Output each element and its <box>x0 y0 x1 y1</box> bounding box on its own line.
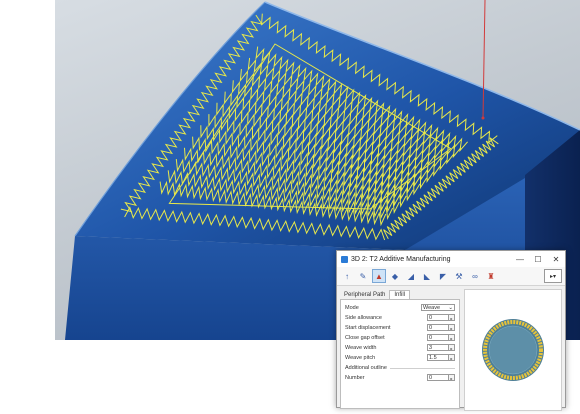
weave-pitch-input[interactable]: 1.5 <box>427 354 449 361</box>
link-tool-icon[interactable]: ∞ <box>468 269 482 283</box>
side-allowance-input[interactable]: 0 <box>427 314 449 321</box>
field-side-allowance: Side allowance 0 ▸ <box>345 313 455 322</box>
parameter-tabs: Peripheral Path Infill <box>340 289 460 299</box>
dialog-toolbar: ↑ ✎ ▲ ◆ ◢ ◣ ◤ ⚒ ∞ ♜ ▸▾ <box>337 267 565 286</box>
field-start-displacement: Start displacement 0 ▸ <box>345 323 455 332</box>
group-title: Additional outline <box>345 365 387 371</box>
field-label: Side allowance <box>345 314 382 321</box>
field-weave-pitch: Weave pitch 1.5 ▸ <box>345 353 455 362</box>
tab-infill[interactable]: Infill <box>389 290 411 299</box>
weave-preview <box>464 289 562 411</box>
machine-tool-icon[interactable]: ♜ <box>484 269 498 283</box>
parameters-panel: Mode Weave ⌄ Side allowance 0 ▸ Start di… <box>340 299 460 409</box>
additive-tool-icon[interactable]: ▲ <box>372 269 386 283</box>
toolbar-options-icon[interactable]: ▸▾ <box>544 269 562 283</box>
spin-arrow-icon[interactable]: ▸ <box>449 324 455 331</box>
field-label: Number <box>345 374 365 381</box>
weave-preview-graphic <box>482 319 544 381</box>
field-close-gap-offset: Close gap offset 0 ▸ <box>345 333 455 342</box>
additive-manufacturing-dialog[interactable]: 3D 2: T2 Additive Manufacturing — ☐ ✕ ↑ … <box>336 250 566 411</box>
minimize-button[interactable]: — <box>511 255 529 264</box>
spin-arrow-icon[interactable]: ▸ <box>449 374 455 381</box>
field-mode: Mode Weave ⌄ <box>345 303 455 312</box>
mode-select[interactable]: Weave ⌄ <box>421 304 455 311</box>
field-label: Mode <box>345 304 359 311</box>
maximize-button[interactable]: ☐ <box>529 255 547 264</box>
dialog-titlebar[interactable]: 3D 2: T2 Additive Manufacturing — ☐ ✕ <box>337 251 565 267</box>
weave-width-input[interactable]: 3 <box>427 344 449 351</box>
number-input[interactable]: 0 <box>427 374 449 381</box>
close-button[interactable]: ✕ <box>547 255 565 264</box>
toolpath4-tool-icon[interactable]: ◤ <box>436 269 450 283</box>
tool-pin-icon[interactable]: ✎ <box>356 269 370 283</box>
toolpath2-tool-icon[interactable]: ◢ <box>404 269 418 283</box>
field-number: Number 0 ▸ <box>345 373 455 382</box>
toolpath3-tool-icon[interactable]: ◣ <box>420 269 434 283</box>
close-gap-offset-input[interactable]: 0 <box>427 334 449 341</box>
mode-value: Weave <box>423 305 441 311</box>
wrench-tool-icon[interactable]: ⚒ <box>452 269 466 283</box>
probe-tip <box>481 116 485 120</box>
start-displacement-input[interactable]: 0 <box>427 324 449 331</box>
dialog-title: 3D 2: T2 Additive Manufacturing <box>351 255 451 263</box>
spin-arrow-icon[interactable]: ▸ <box>449 354 455 361</box>
tab-peripheral-path[interactable]: Peripheral Path <box>340 291 389 299</box>
field-label: Start displacement <box>345 324 391 331</box>
field-weave-width: Weave width 3 ▸ <box>345 343 455 352</box>
additional-outline-group: Additional outline <box>345 365 455 371</box>
field-label: Close gap offset <box>345 334 385 341</box>
arrow-up-tool-icon[interactable]: ↑ <box>340 269 354 283</box>
spin-arrow-icon[interactable]: ▸ <box>449 344 455 351</box>
spin-arrow-icon[interactable]: ▸ <box>449 314 455 321</box>
toolpath-tool-icon[interactable]: ◆ <box>388 269 402 283</box>
field-label: Weave pitch <box>345 354 376 361</box>
chevron-down-icon: ⌄ <box>448 305 453 311</box>
spin-arrow-icon[interactable]: ▸ <box>449 334 455 341</box>
app-icon <box>341 255 348 263</box>
field-label: Weave width <box>345 344 377 351</box>
